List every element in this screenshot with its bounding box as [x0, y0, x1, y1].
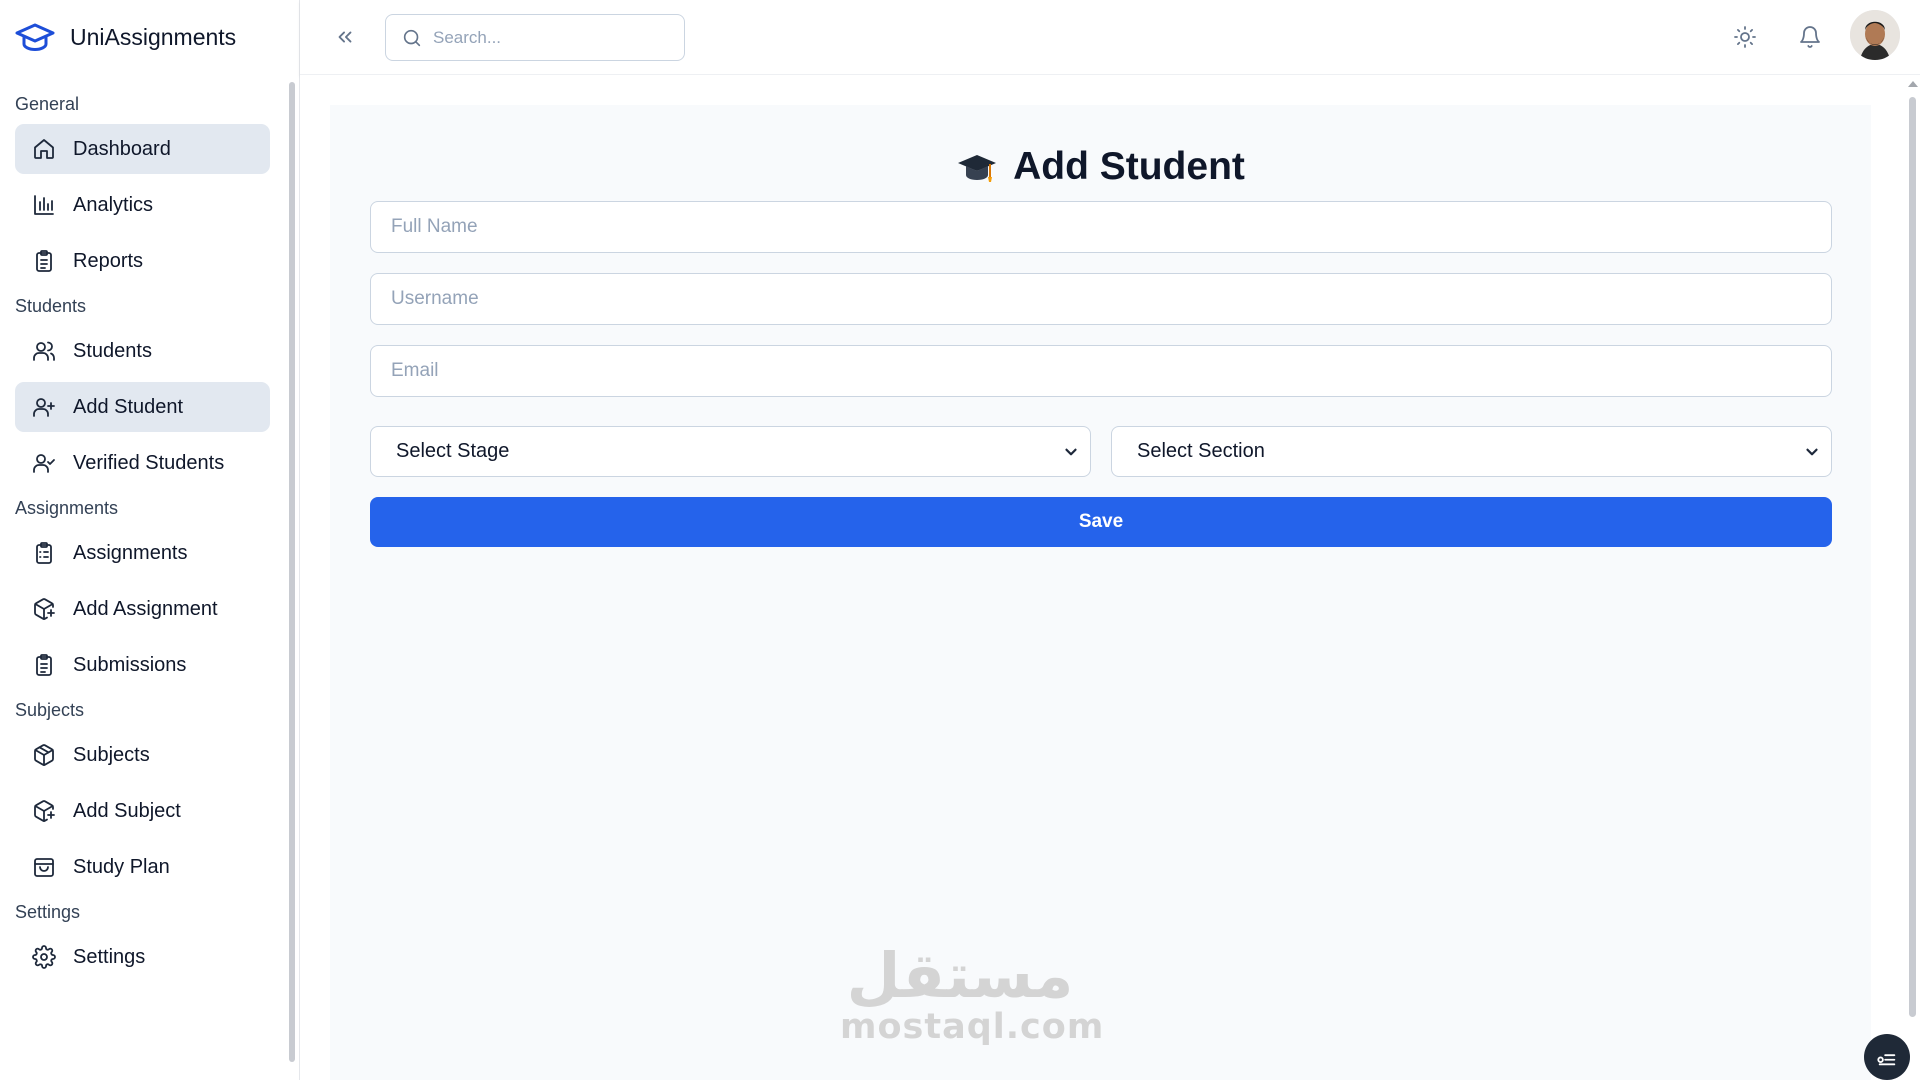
sidebar-item-label: Students — [73, 339, 152, 362]
watermark-latin: mostaql.com — [840, 1007, 1105, 1047]
home-icon — [30, 135, 58, 163]
clipboard-check-icon — [30, 651, 58, 679]
sidebar-item-label: Study Plan — [73, 855, 170, 878]
user-avatar-icon — [1850, 10, 1900, 60]
scrollbar-thumb[interactable] — [1909, 97, 1916, 1017]
sidebar-item-students[interactable]: Students — [15, 326, 270, 376]
chevron-down-icon — [1065, 448, 1077, 456]
nav-group-title-general: General — [15, 94, 80, 114]
bar-chart-icon — [30, 191, 58, 219]
clipboard-icon — [30, 247, 58, 275]
full-name-input[interactable] — [371, 202, 1831, 252]
top-bar — [300, 0, 1920, 75]
sidebar-item-label: Assignments — [73, 541, 188, 564]
sidebar-item-verified-students[interactable]: Verified Students — [15, 438, 270, 488]
sidebar-item-label: Submissions — [73, 653, 187, 676]
search-input[interactable] — [433, 27, 663, 48]
sidebar-nav: General Dashboard Analytics Reports Students… — [0, 74, 299, 982]
app-name: UniAssignments — [70, 23, 237, 50]
email-input[interactable] — [371, 346, 1831, 396]
save-button[interactable]: Save — [370, 497, 1832, 547]
floating-menu-button[interactable] — [1864, 1034, 1910, 1080]
section-select-value: Select Section — [1137, 440, 1265, 462]
sidebar-item-reports[interactable]: Reports — [15, 236, 270, 286]
watermark: مستقل mostaql.com — [840, 939, 1105, 1048]
nav-group-title-students: Students — [15, 296, 87, 316]
search-box[interactable] — [385, 14, 685, 61]
sidebar-item-study-plan[interactable]: Study Plan — [15, 842, 270, 892]
main-content: Add Student Select Stage Select Section … — [300, 75, 1905, 1080]
shopping-bag-icon — [30, 853, 58, 881]
box-icon — [30, 741, 58, 769]
sidebar-item-label: Add Student — [73, 395, 184, 418]
bell-icon — [1800, 26, 1820, 48]
brand[interactable]: UniAssignments — [0, 0, 299, 74]
gear-icon — [30, 943, 58, 971]
nav-group-title-assignments: Assignments — [15, 498, 119, 518]
sidebar-item-label: Add Subject — [73, 799, 181, 822]
main-scrollbar[interactable] — [1905, 75, 1920, 1080]
add-student-form: Add Student Select Stage Select Section … — [330, 105, 1871, 1080]
search-icon — [403, 29, 421, 46]
form-header: Add Student — [330, 145, 1871, 189]
collapse-sidebar-button[interactable] — [330, 22, 360, 52]
chevrons-left-icon — [338, 31, 352, 43]
username-input[interactable] — [371, 274, 1831, 324]
username-field[interactable] — [370, 273, 1832, 325]
page-title: Add Student — [1013, 145, 1245, 188]
users-icon — [30, 337, 58, 365]
watermark-arabic: مستقل — [846, 939, 1074, 1012]
sidebar-item-label: Subjects — [73, 743, 150, 766]
user-check-icon — [30, 449, 58, 477]
sidebar-item-dashboard[interactable]: Dashboard — [15, 124, 270, 174]
stage-select[interactable]: Select Stage — [370, 426, 1091, 477]
scroll-up-arrow-icon[interactable] — [1908, 81, 1918, 87]
sidebar-item-add-student[interactable]: Add Student — [15, 382, 270, 432]
graduation-cap-emoji-icon — [956, 147, 998, 187]
sidebar-item-add-assignment[interactable]: Add Assignment — [15, 584, 270, 634]
sidebar: UniAssignments General Dashboard Analytics… — [0, 0, 300, 1080]
sidebar-item-label: Analytics — [73, 193, 154, 216]
package-plus-icon — [30, 595, 58, 623]
user-plus-icon — [30, 393, 58, 421]
nav-group-title-settings: Settings — [15, 902, 81, 922]
sidebar-item-label: Add Assignment — [73, 597, 218, 620]
sidebar-item-submissions[interactable]: Submissions — [15, 640, 270, 690]
sidebar-item-assignments[interactable]: Assignments — [15, 528, 270, 578]
chevron-down-icon — [1806, 448, 1818, 456]
full-name-field[interactable] — [370, 201, 1832, 253]
sidebar-item-analytics[interactable]: Analytics — [15, 180, 270, 230]
notifications-button[interactable] — [1795, 22, 1825, 52]
clipboard-list-icon — [30, 539, 58, 567]
sidebar-item-add-subject[interactable]: Add Subject — [15, 786, 270, 836]
avatar[interactable] — [1850, 10, 1900, 60]
stage-select-value: Select Stage — [396, 440, 510, 462]
nav-group-title-subjects: Subjects — [15, 700, 85, 720]
sidebar-item-label: Dashboard — [73, 137, 171, 160]
section-select[interactable]: Select Section — [1111, 426, 1832, 477]
sidebar-item-label: Settings — [73, 945, 146, 968]
graduation-cap-icon — [15, 21, 55, 53]
sidebar-item-label: Verified Students — [73, 451, 225, 474]
theme-toggle-button[interactable] — [1730, 22, 1760, 52]
sun-icon — [1734, 26, 1756, 48]
sidebar-scrollbar[interactable] — [288, 74, 296, 1070]
email-field[interactable] — [370, 345, 1832, 397]
sidebar-item-settings[interactable]: Settings — [15, 932, 270, 982]
sidebar-item-subjects[interactable]: Subjects — [15, 730, 270, 780]
list-icon — [1877, 1054, 1896, 1066]
package-plus-icon — [30, 797, 58, 825]
sidebar-item-label: Reports — [73, 249, 144, 272]
